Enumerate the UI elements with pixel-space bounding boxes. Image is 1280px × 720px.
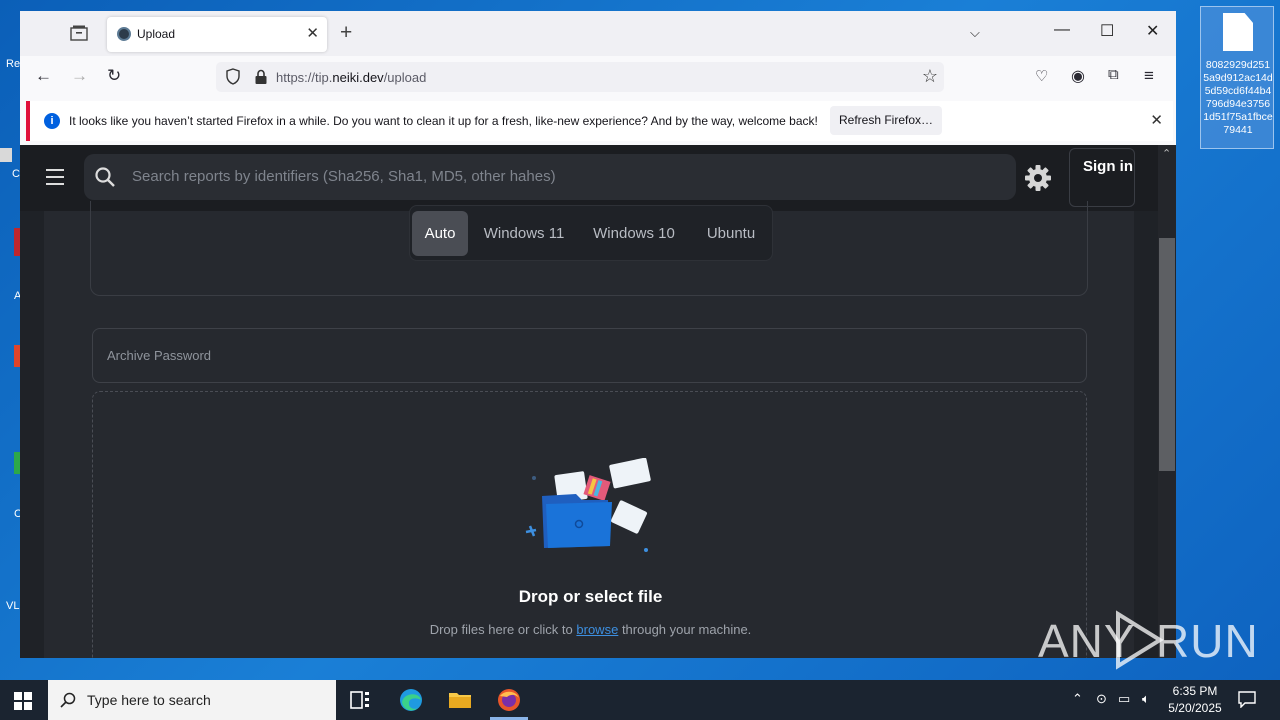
tray-overflow-chevron-icon[interactable]: ⌃ — [1072, 691, 1083, 707]
sign-in-button[interactable]: Sign in — [1069, 148, 1135, 207]
meet-now-icon[interactable]: ⊙ — [1096, 691, 1107, 707]
reload-icon[interactable]: ↻ — [107, 66, 121, 86]
notification-message: It looks like you haven’t started Firefo… — [69, 114, 818, 128]
desktop-file-icon[interactable]: 8082929d2515a9d912ac14d5d59cd6f44b4796d9… — [1200, 6, 1274, 149]
windows-start-icon[interactable] — [14, 692, 32, 710]
extensions-icon[interactable]: ⧉ — [1108, 66, 1119, 83]
file-explorer-icon[interactable] — [447, 688, 473, 712]
menu-icon[interactable]: ≡ — [1144, 66, 1154, 86]
close-window-icon[interactable]: ✕ — [1146, 21, 1159, 41]
folder-upload-illustration-icon — [525, 458, 651, 552]
notification-bar: i It looks like you haven’t started Fire… — [26, 101, 1173, 141]
tab-upload[interactable]: Upload ✕ — [107, 17, 327, 52]
navigation-bar: ← → ↻ https://tip.neiki.dev/upload ☆ ♡ ◉… — [20, 56, 1176, 98]
network-icon[interactable]: ▭ — [1118, 691, 1130, 707]
taskbar-search-placeholder: Type here to search — [87, 692, 211, 708]
tracking-shield-icon[interactable] — [226, 68, 240, 85]
tab-title: Upload — [137, 27, 176, 41]
drop-subtitle: Drop files here or click to browse throu… — [429, 622, 752, 637]
desktop-label-2: C — [12, 168, 20, 180]
site-favicon-icon — [117, 27, 131, 41]
scrollbar-thumb[interactable] — [1159, 238, 1175, 471]
desktop-label-5: VL — [6, 600, 20, 612]
close-tab-icon[interactable]: ✕ — [306, 24, 319, 42]
document-icon — [1223, 13, 1253, 51]
web-page: Search reports by identifiers (Sha256, S… — [20, 145, 1176, 658]
tab-overflow-chevron-icon[interactable]: ⌵ — [970, 25, 980, 41]
close-notification-icon[interactable]: ✕ — [1150, 111, 1163, 129]
drop-title: Drop or select file — [518, 587, 663, 606]
info-icon: i — [44, 113, 60, 129]
search-placeholder: Search reports by identifiers (Sha256, S… — [132, 168, 556, 185]
tab-list-icon[interactable] — [70, 25, 88, 41]
desktop-app-icon[interactable] — [0, 148, 12, 162]
account-icon[interactable]: ◉ — [1071, 66, 1085, 86]
forward-icon[interactable]: → — [71, 66, 88, 86]
os-option-windows-10[interactable]: Windows 10 — [584, 211, 684, 256]
archive-password-placeholder: Archive Password — [107, 348, 212, 363]
desktop-file-name: 8082929d2515a9d912ac14d5d59cd6f44b4796d9… — [1203, 59, 1273, 136]
url-bar[interactable]: https://tip.neiki.dev/upload ☆ — [216, 62, 944, 92]
task-view-icon[interactable] — [348, 688, 374, 712]
report-search-input[interactable]: Search reports by identifiers (Sha256, S… — [84, 154, 1016, 200]
firefox-window: Upload ✕ + ⌵ — ☐ ✕ ← → ↻ https://tip.nei… — [20, 11, 1176, 658]
edge-browser-icon[interactable] — [398, 688, 424, 712]
hamburger-menu-icon[interactable] — [46, 169, 64, 185]
taskbar-search-input[interactable]: Type here to search — [48, 680, 336, 720]
scroll-up-chevron-icon[interactable]: ⌃ — [1162, 147, 1171, 160]
back-icon[interactable]: ← — [35, 66, 52, 86]
clock-time: 6:35 PM — [1172, 684, 1218, 698]
os-option-ubuntu[interactable]: Ubuntu — [694, 211, 768, 256]
search-icon — [60, 692, 76, 708]
upload-panel: Auto Windows 11 Windows 10 Ubuntu Archiv… — [44, 201, 1134, 658]
notifications-icon[interactable] — [1238, 691, 1256, 708]
settings-gear-icon[interactable] — [1023, 163, 1053, 193]
volume-icon[interactable]: 🔈︎ — [1142, 691, 1150, 707]
os-option-auto[interactable]: Auto — [412, 211, 468, 256]
search-icon — [95, 167, 115, 187]
maximize-icon[interactable]: ☐ — [1100, 21, 1114, 41]
anyrun-watermark-logo: ANY RUN — [1038, 608, 1258, 672]
taskbar: Type here to search ⌃ ⊙ ▭ 🔈︎ 6:35 PM 5/2… — [0, 680, 1280, 720]
new-tab-icon[interactable]: + — [340, 21, 352, 45]
taskbar-clock[interactable]: 6:35 PM 5/20/2025 — [1162, 683, 1228, 717]
minimize-icon[interactable]: — — [1054, 21, 1070, 39]
os-selection-card: Auto Windows 11 Windows 10 Ubuntu — [90, 201, 1088, 296]
lock-icon[interactable] — [254, 69, 268, 85]
bookmark-star-icon[interactable]: ☆ — [922, 66, 938, 87]
firefox-icon[interactable] — [496, 688, 522, 712]
clock-date: 5/20/2025 — [1168, 701, 1222, 715]
os-selector: Auto Windows 11 Windows 10 Ubuntu — [409, 205, 773, 261]
browse-link[interactable]: browse — [576, 622, 618, 637]
url-text: https://tip.neiki.dev/upload — [276, 70, 427, 85]
os-option-windows-11[interactable]: Windows 11 — [474, 211, 574, 256]
tab-bar: Upload ✕ + ⌵ — ☐ ✕ — [20, 11, 1176, 56]
pocket-icon[interactable]: ♡ — [1035, 67, 1048, 85]
refresh-firefox-button[interactable]: Refresh Firefox… — [830, 106, 942, 135]
archive-password-input[interactable]: Archive Password — [92, 328, 1087, 383]
desktop-label-1: Re — [6, 58, 21, 70]
file-drop-zone[interactable]: Drop or select file Drop files here or c… — [92, 391, 1087, 658]
